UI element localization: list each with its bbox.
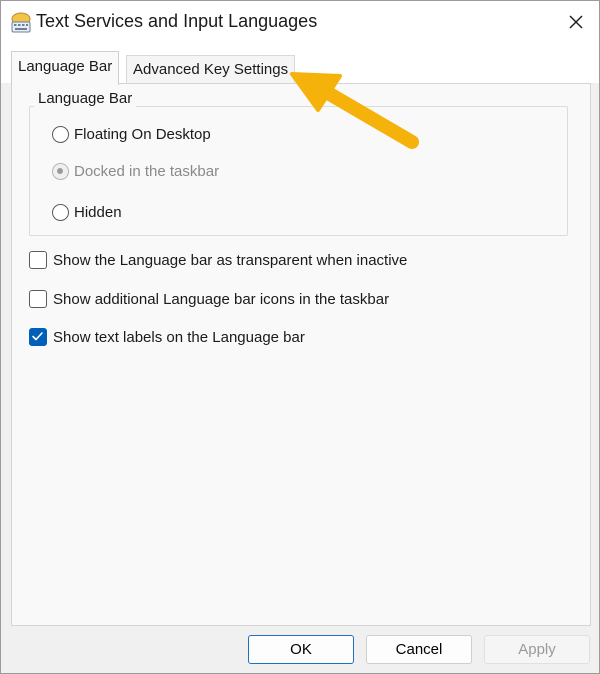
radio-label: Docked in the taskbar bbox=[74, 163, 220, 180]
radio-hidden[interactable]: Hidden bbox=[52, 204, 122, 221]
keyboard-language-icon bbox=[9, 11, 33, 35]
radio-button-selected-disabled bbox=[52, 163, 69, 180]
tab-panel: Language Bar Floating On Desktop Docked … bbox=[11, 83, 591, 626]
group-legend: Language Bar bbox=[34, 90, 137, 107]
checkbox-text-labels[interactable]: Show text labels on the Language bar bbox=[29, 328, 305, 346]
apply-button: Apply bbox=[484, 635, 590, 664]
window-title: Text Services and Input Languages bbox=[36, 11, 318, 31]
checkbox-checked[interactable] bbox=[29, 328, 47, 346]
radio-floating-on-desktop[interactable]: Floating On Desktop bbox=[52, 126, 211, 143]
radio-button[interactable] bbox=[52, 204, 69, 221]
checkbox[interactable] bbox=[29, 290, 47, 308]
cancel-button[interactable]: Cancel bbox=[366, 635, 472, 664]
checkbox-label: Show additional Language bar icons in th… bbox=[53, 290, 390, 308]
close-button[interactable] bbox=[553, 1, 599, 43]
tab-language-bar[interactable]: Language Bar bbox=[11, 51, 120, 85]
checkbox[interactable] bbox=[29, 251, 47, 269]
radio-docked-in-taskbar: Docked in the taskbar bbox=[52, 163, 219, 180]
tab-advanced-key-settings[interactable]: Advanced Key Settings bbox=[126, 55, 296, 84]
checkmark-icon bbox=[32, 332, 43, 341]
checkbox-transparent-when-inactive[interactable]: Show the Language bar as transparent whe… bbox=[29, 251, 407, 269]
radio-button[interactable] bbox=[52, 126, 69, 143]
close-icon bbox=[569, 15, 583, 29]
checkbox-label: Show the Language bar as transparent whe… bbox=[53, 251, 408, 269]
annotation-arrow-icon bbox=[290, 72, 419, 149]
checkbox-additional-icons[interactable]: Show additional Language bar icons in th… bbox=[29, 290, 389, 308]
radio-label: Hidden bbox=[74, 204, 122, 221]
title-bar: Text Services and Input Languages bbox=[1, 1, 599, 43]
radio-label: Floating On Desktop bbox=[74, 126, 211, 143]
checkbox-label: Show text labels on the Language bar bbox=[53, 328, 305, 346]
ok-button[interactable]: OK bbox=[248, 635, 354, 664]
